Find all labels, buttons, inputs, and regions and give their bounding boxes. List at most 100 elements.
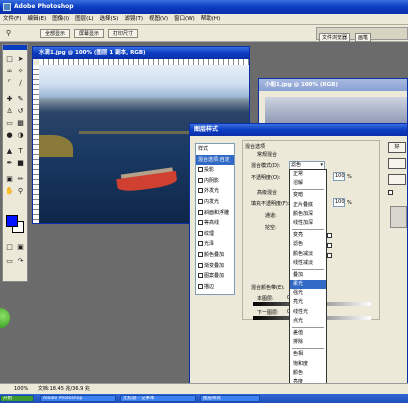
blend-mode-option-15[interactable]: 强光: [290, 289, 326, 298]
clone-stamp-tool-icon[interactable]: ♙: [5, 107, 14, 116]
fill-opacity-input[interactable]: 100: [333, 198, 345, 207]
style-item-13[interactable]: 描边: [196, 282, 234, 293]
style-item-9[interactable]: 光泽: [196, 239, 234, 250]
document-window-second[interactable]: 小船1.jpg @ 100% (RGB): [258, 78, 408, 124]
option-check-1[interactable]: [327, 233, 333, 239]
start-button[interactable]: 开始: [0, 395, 34, 402]
document-canvas-2[interactable]: [265, 97, 407, 123]
blend-mode-option-13[interactable]: 叠加: [290, 271, 326, 280]
blend-mode-option-3[interactable]: 变暗: [290, 191, 326, 200]
menu-item-6[interactable]: 视图(V): [146, 14, 171, 25]
brush-tool-icon[interactable]: ✎: [16, 95, 25, 104]
style-checkbox-3[interactable]: [198, 177, 203, 183]
blend-mode-option-6[interactable]: 线性加深: [290, 219, 326, 228]
blur-tool-icon[interactable]: ●: [5, 131, 14, 140]
healing-brush-tool-icon[interactable]: ✚: [5, 95, 14, 104]
option-check-3[interactable]: [327, 253, 333, 259]
jump-to-imageready-icon[interactable]: ↷: [16, 257, 25, 266]
style-checkbox-5[interactable]: [198, 198, 203, 204]
screen-mode-icon[interactable]: ▭: [5, 257, 14, 266]
style-item-4[interactable]: 外发光: [196, 186, 234, 197]
notes-tool-icon[interactable]: ▣: [5, 175, 14, 184]
slice-tool-icon[interactable]: ∕: [16, 79, 25, 88]
ok-button[interactable]: 好: [388, 142, 406, 153]
print-size-button[interactable]: 打印尺寸: [108, 29, 138, 38]
pen-tool-icon[interactable]: ✒: [5, 159, 14, 168]
blend-mode-option-25[interactable]: 颜色: [290, 369, 326, 378]
blend-mode-option-5[interactable]: 颜色加深: [290, 210, 326, 219]
history-brush-tool-icon[interactable]: ↺: [16, 107, 25, 116]
style-checkbox-2[interactable]: [198, 167, 203, 173]
zoom-tool-box-icon[interactable]: ⚲: [16, 187, 25, 196]
eyedropper-tool-icon[interactable]: ✏: [16, 175, 25, 184]
dodge-tool-icon[interactable]: ◑: [16, 131, 25, 140]
style-item-6[interactable]: 斜面和浮雕: [196, 208, 234, 219]
brushes-tab[interactable]: 画笔: [355, 33, 372, 42]
blend-mode-option-8[interactable]: 变亮: [290, 231, 326, 240]
blend-mode-option-10[interactable]: 颜色减淡: [290, 250, 326, 259]
blend-mode-option-4[interactable]: 正片叠底: [290, 201, 326, 210]
crop-tool-icon[interactable]: ⌜: [5, 79, 14, 88]
blend-mode-option-1[interactable]: 溶解: [290, 179, 326, 188]
style-checkbox-7[interactable]: [198, 220, 203, 226]
blend-mode-option-11[interactable]: 线性减淡: [290, 259, 326, 268]
foreground-color-swatch[interactable]: [6, 215, 18, 227]
style-checkbox-10[interactable]: [198, 251, 203, 257]
menu-item-1[interactable]: 编辑(E): [24, 14, 49, 25]
taskbar-button-3[interactable]: 图层样式: [200, 395, 260, 402]
lasso-tool-icon[interactable]: ∞: [5, 67, 14, 76]
file-browser-tab[interactable]: 文件浏览器: [319, 33, 351, 42]
marquee-tool-icon[interactable]: □: [5, 55, 14, 64]
blend-mode-option-24[interactable]: 饱和度: [290, 360, 326, 369]
menu-item-0[interactable]: 文件(F): [0, 14, 24, 25]
style-checkbox-9[interactable]: [198, 241, 203, 247]
style-checkbox-6[interactable]: [198, 209, 203, 215]
style-item-10[interactable]: 颜色叠加: [196, 250, 234, 261]
menu-item-4[interactable]: 选择(S): [97, 14, 122, 25]
type-tool-icon[interactable]: T: [16, 147, 25, 156]
style-item-5[interactable]: 内发光: [196, 197, 234, 208]
taskbar-button-1[interactable]: Adobe Photoshop: [40, 395, 116, 402]
option-check-2[interactable]: [327, 243, 333, 249]
eraser-tool-icon[interactable]: ▭: [5, 119, 14, 128]
blend-mode-option-23[interactable]: 色相: [290, 350, 326, 359]
magic-wand-tool-icon[interactable]: ✧: [16, 67, 25, 76]
style-item-2[interactable]: 投影: [196, 165, 234, 176]
style-item-12[interactable]: 图案叠加: [196, 271, 234, 282]
menu-item-5[interactable]: 滤镜(T): [121, 14, 146, 25]
taskbar-button-2[interactable]: 无标题 - 记事本: [120, 395, 196, 402]
blend-mode-option-17[interactable]: 线性光: [290, 308, 326, 317]
hand-tool-icon[interactable]: ✋: [5, 187, 14, 196]
gradient-tool-icon[interactable]: ▩: [16, 119, 25, 128]
blend-mode-option-14[interactable]: 柔光: [290, 280, 326, 290]
blend-mode-option-9[interactable]: 滤色: [290, 240, 326, 249]
style-checkbox-13[interactable]: [198, 283, 203, 289]
style-item-0[interactable]: 样式: [196, 144, 234, 155]
new-style-button[interactable]: [388, 174, 406, 185]
zoom-readout[interactable]: 100%: [14, 386, 28, 392]
menu-item-3[interactable]: 图层(L): [72, 14, 96, 25]
standard-mode-icon[interactable]: □: [5, 243, 14, 252]
style-checkbox-8[interactable]: [198, 230, 203, 236]
style-item-8[interactable]: 纹理: [196, 229, 234, 240]
style-item-11[interactable]: 渐变叠加: [196, 261, 234, 272]
style-checkbox-12[interactable]: [198, 273, 203, 279]
blend-mode-option-18[interactable]: 点光: [290, 317, 326, 326]
style-item-1[interactable]: 混合选项:自定: [196, 154, 234, 166]
actual-pixels-button[interactable]: 屏幕显示: [74, 29, 104, 38]
quick-mask-icon[interactable]: ▣: [16, 243, 25, 252]
move-tool-icon[interactable]: ➤: [16, 55, 25, 64]
fit-on-screen-button[interactable]: 全部显示: [40, 29, 70, 38]
blend-mode-option-0[interactable]: 正常: [290, 170, 326, 179]
opacity-input[interactable]: 100: [333, 172, 345, 181]
cancel-button[interactable]: [388, 158, 406, 169]
blend-mode-option-21[interactable]: 排除: [290, 338, 326, 347]
shape-tool-icon[interactable]: ■: [16, 159, 25, 168]
blend-mode-option-20[interactable]: 差值: [290, 329, 326, 338]
menu-item-2[interactable]: 图像(I): [49, 14, 72, 25]
menu-item-7[interactable]: 窗口(W): [171, 14, 198, 25]
menu-item-8[interactable]: 帮助(H): [198, 14, 223, 25]
style-checkbox-4[interactable]: [198, 188, 203, 194]
path-selection-tool-icon[interactable]: ▲: [5, 147, 14, 156]
preview-checkbox[interactable]: [388, 190, 394, 196]
